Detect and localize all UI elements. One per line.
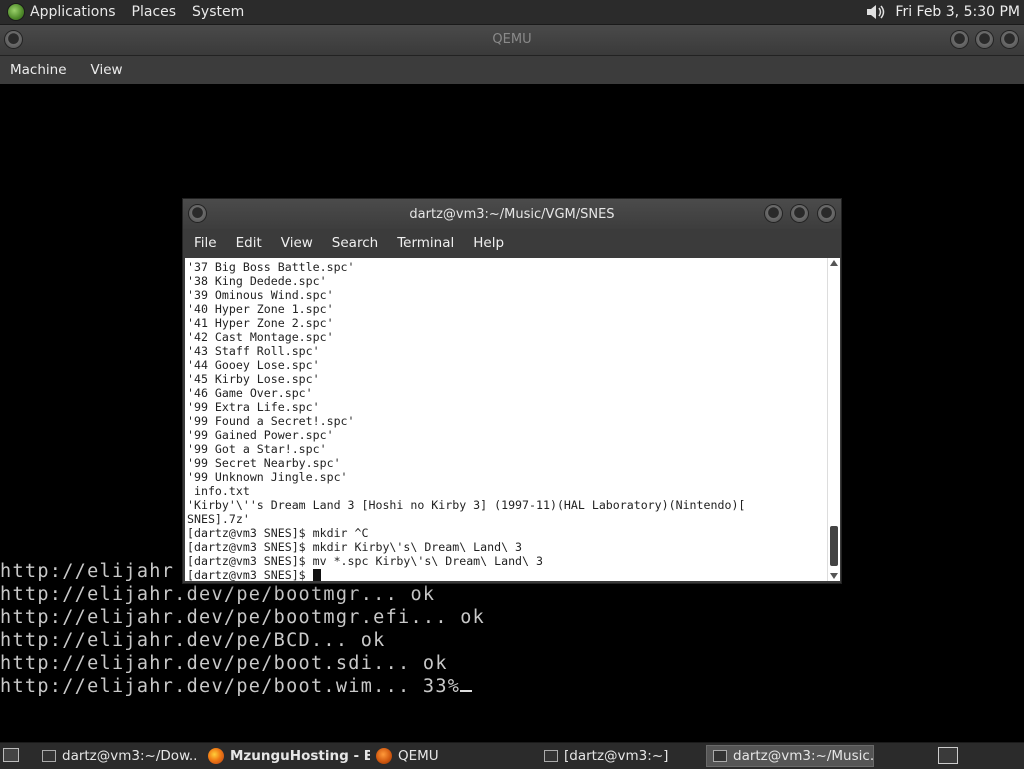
menu-places[interactable]: Places — [132, 4, 177, 20]
terminal-line: SNES].7z' — [187, 512, 250, 526]
terminal-prompt: [dartz@vm3 SNES]$ — [187, 568, 313, 581]
volume-icon[interactable] — [865, 3, 887, 21]
top-panel: Applications Places System Fri Feb 3, 5:… — [0, 0, 1024, 25]
boot-line: http://elijahr.dev/pe/bootmgr... ok — [0, 584, 436, 605]
terminal-line: [dartz@vm3 SNES]$ mkdir Kirby\'s\ Dream\… — [187, 540, 523, 554]
terminal-lines: '37 Big Boss Battle.spc' '38 King Dedede.… — [187, 260, 745, 581]
menu-system[interactable]: System — [192, 4, 244, 20]
task-label: MzunguHosting - B... — [230, 748, 370, 764]
guest-cursor — [460, 690, 473, 692]
task-label: dartz@vm3:~/Music... — [733, 748, 874, 764]
terminal-line: '42 Cast Montage.spc' — [187, 330, 334, 344]
terminal-line: '45 Kirby Lose.spc' — [187, 372, 320, 386]
qemu-titlebar[interactable]: QEMU — [0, 25, 1024, 56]
menu-machine[interactable]: Machine — [10, 62, 67, 78]
terminal-line: info.txt — [187, 484, 250, 498]
task-label: dartz@vm3:~/Dow... — [62, 748, 196, 764]
show-desktop-icon[interactable] — [3, 748, 19, 762]
terminal-line: 'Kirby'\''s Dream Land 3 [Hoshi no Kirby… — [187, 498, 746, 512]
terminal-output[interactable]: '37 Big Boss Battle.spc' '38 King Dedede.… — [185, 258, 827, 581]
terminal-line: '99 Found a Secret!.spc' — [187, 414, 355, 428]
terminal-line: '99 Gained Power.spc' — [187, 428, 334, 442]
boot-line: http://elijahr — [0, 561, 175, 582]
task-firefox[interactable]: MzunguHosting - B... — [202, 745, 370, 767]
menu-help[interactable]: Help — [473, 235, 504, 251]
menu-search[interactable]: Search — [332, 235, 378, 251]
boot-line: http://elijahr.dev/pe/bootmgr.efi... ok — [0, 607, 486, 628]
terminal-line: [dartz@vm3 SNES]$ mv *.spc Kirby\'s\ Dre… — [187, 554, 543, 568]
qemu-window-title: QEMU — [492, 32, 532, 47]
terminal-titlebar[interactable]: dartz@vm3:~/Music/VGM/SNES — [183, 199, 841, 229]
terminal-icon — [42, 750, 56, 762]
boot-line: http://elijahr.dev/pe/boot.sdi... ok — [0, 653, 448, 674]
terminal-close-button[interactable] — [818, 205, 835, 222]
firefox-icon — [208, 748, 224, 764]
terminal-scrollbar[interactable] — [827, 258, 840, 581]
scroll-up-arrow-icon[interactable] — [830, 260, 838, 266]
task-terminal-downloads[interactable]: dartz@vm3:~/Dow... — [36, 745, 196, 767]
maximize-button[interactable] — [976, 31, 993, 48]
distro-logo-icon[interactable] — [8, 4, 24, 20]
qemu-menubar: Machine View — [0, 56, 1024, 84]
terminal-cursor — [312, 569, 321, 581]
boot-line: http://elijahr.dev/pe/BCD... ok — [0, 630, 386, 651]
terminal-line: '44 Gooey Lose.spc' — [187, 358, 320, 372]
terminal-line: '40 Hyper Zone 1.spc' — [187, 302, 334, 316]
terminal-maximize-button[interactable] — [791, 205, 808, 222]
terminal-prompt-line[interactable]: [dartz@vm3 SNES]$ — [187, 568, 745, 581]
menu-view[interactable]: View — [281, 235, 313, 251]
task-terminal-home[interactable]: [dartz@vm3:~] — [538, 745, 698, 767]
task-label: QEMU — [398, 748, 439, 764]
terminal-line: '39 Ominous Wind.spc' — [187, 288, 334, 302]
close-button[interactable] — [1001, 31, 1018, 48]
terminal-line: '43 Staff Roll.spc' — [187, 344, 320, 358]
terminal-line: '99 Secret Nearby.spc' — [187, 456, 341, 470]
menu-edit[interactable]: Edit — [236, 235, 262, 251]
qemu-icon — [376, 748, 392, 764]
terminal-menubar: File Edit View Search Terminal Help — [183, 229, 841, 257]
terminal-line: '46 Game Over.spc' — [187, 386, 313, 400]
terminal-minimize-button[interactable] — [765, 205, 782, 222]
terminal-line: '41 Hyper Zone 2.spc' — [187, 316, 334, 330]
menu-applications[interactable]: Applications — [30, 4, 116, 20]
terminal-icon — [713, 750, 727, 762]
menu-view[interactable]: View — [91, 62, 123, 78]
terminal-window[interactable]: dartz@vm3:~/Music/VGM/SNES File Edit Vie… — [182, 198, 842, 584]
terminal-title: dartz@vm3:~/Music/VGM/SNES — [409, 207, 615, 222]
scroll-down-arrow-icon[interactable] — [830, 573, 838, 579]
scrollbar-thumb[interactable] — [830, 526, 838, 566]
terminal-line: '99 Got a Star!.spc' — [187, 442, 327, 456]
menu-file[interactable]: File — [194, 235, 217, 251]
task-qemu[interactable]: QEMU — [370, 745, 530, 767]
trash-icon[interactable] — [938, 747, 958, 764]
bottom-taskbar: dartz@vm3:~/Dow... MzunguHosting - B... … — [0, 742, 1024, 769]
task-terminal-music[interactable]: dartz@vm3:~/Music... — [706, 745, 874, 767]
clock[interactable]: Fri Feb 3, 5:30 PM — [895, 4, 1020, 20]
minimize-button[interactable] — [951, 31, 968, 48]
task-label: [dartz@vm3:~] — [564, 748, 669, 764]
terminal-line: '38 King Dedede.spc' — [187, 274, 327, 288]
terminal-line: '37 Big Boss Battle.spc' — [187, 260, 355, 274]
terminal-line: '99 Extra Life.spc' — [187, 400, 320, 414]
boot-progress-text: http://elijahr.dev/pe/boot.wim... 33% — [0, 676, 461, 697]
terminal-icon — [544, 750, 558, 762]
menu-terminal[interactable]: Terminal — [397, 235, 454, 251]
terminal-line: '99 Unknown Jingle.spc' — [187, 470, 348, 484]
terminal-line: [dartz@vm3 SNES]$ mkdir ^C — [187, 526, 369, 540]
boot-line-progress: http://elijahr.dev/pe/boot.wim... 33% — [0, 676, 473, 697]
